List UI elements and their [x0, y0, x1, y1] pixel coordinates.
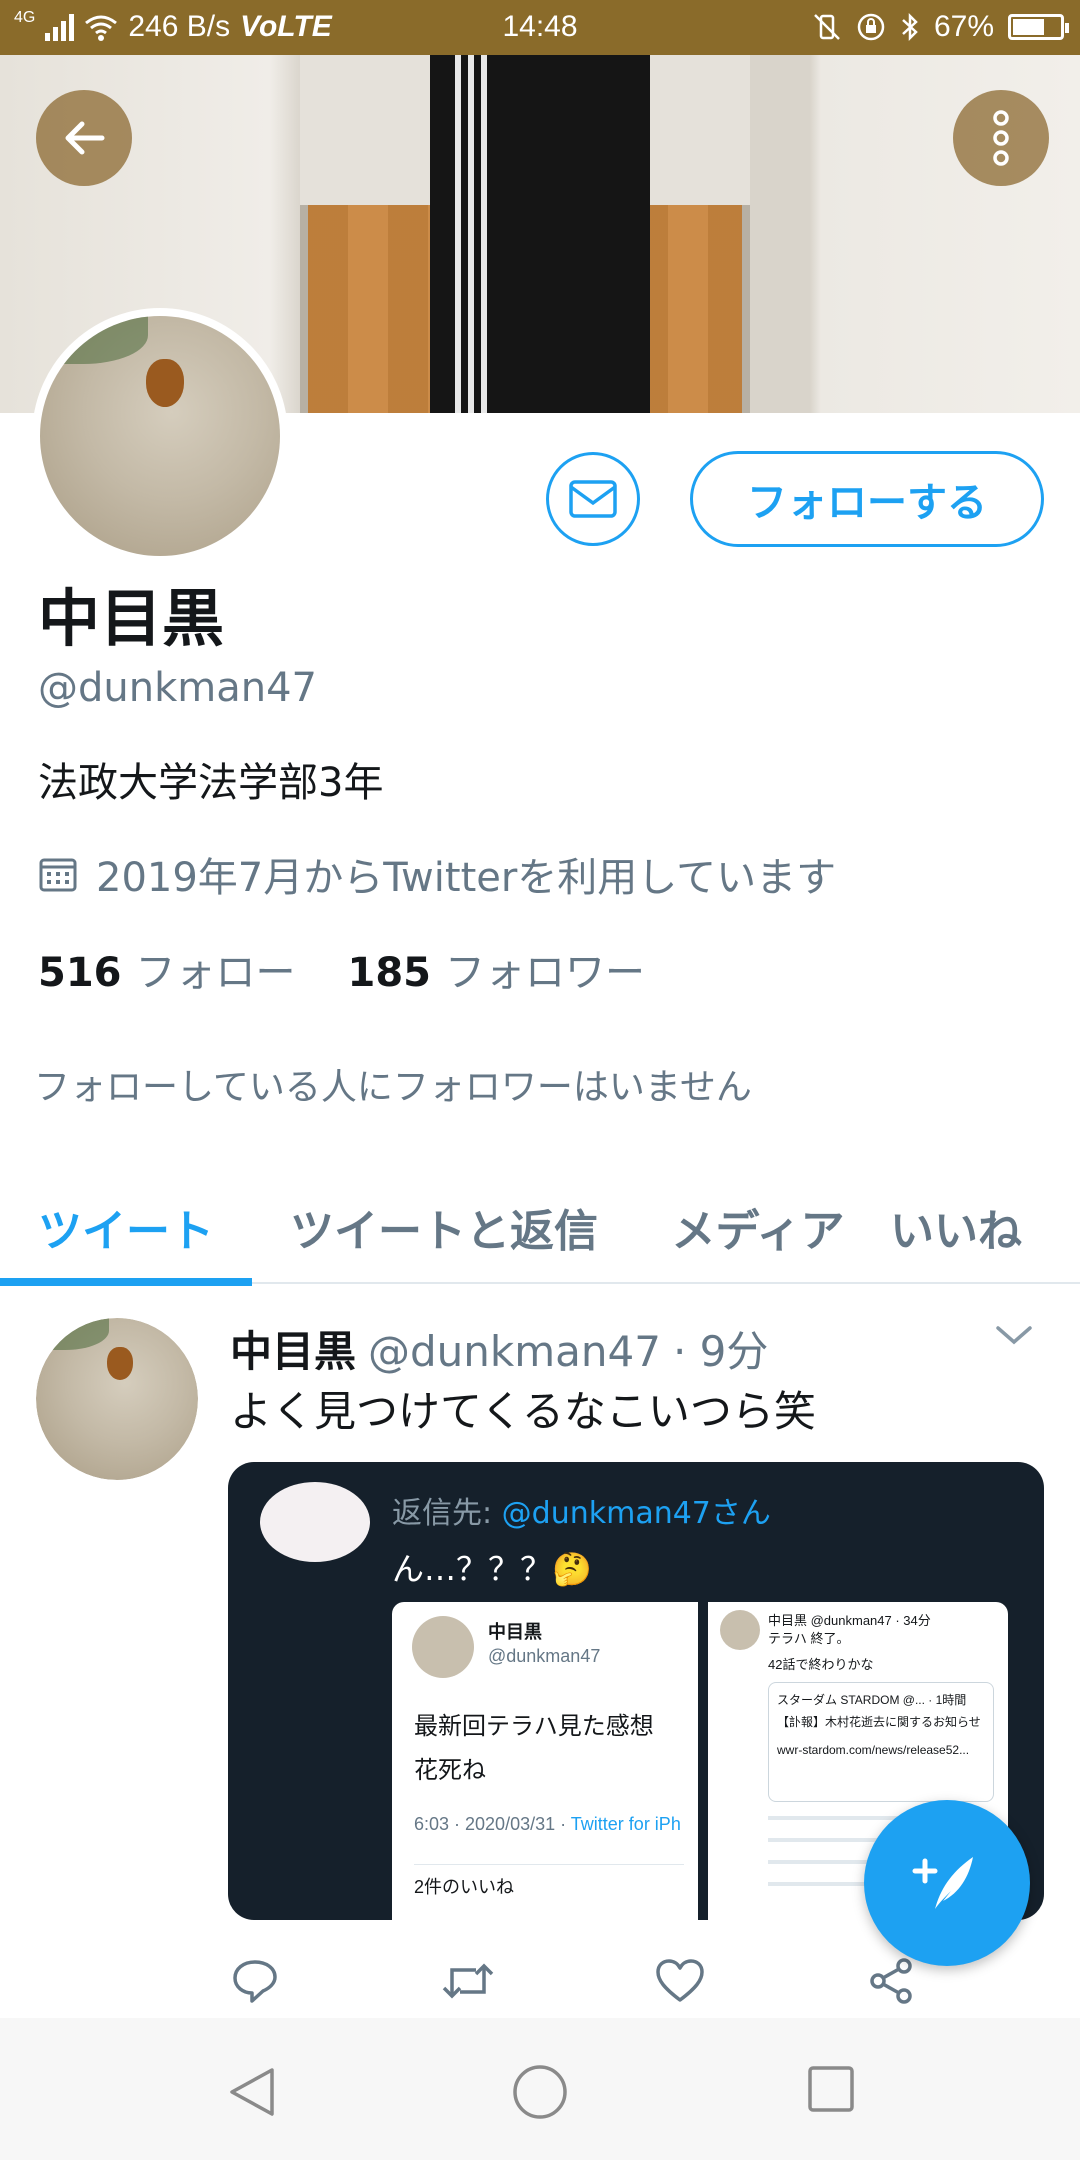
following-count: 516 [38, 950, 122, 996]
nav-home-button[interactable] [512, 2064, 568, 2124]
tweet-text: よく見つけてくるなこいつら笑 [230, 1387, 816, 1436]
triangle-back-icon [230, 2068, 274, 2116]
card1-meta-source: Twitter for iPh [570, 1814, 681, 1834]
tab-tweets[interactable]: ツイート [0, 1170, 252, 1286]
retweet-icon [442, 1963, 494, 1999]
tweet-time: · 9分 [672, 1327, 769, 1376]
back-button[interactable] [36, 90, 132, 186]
media-reply-prefix: 返信先: [392, 1496, 502, 1531]
vibrate-off-icon [814, 14, 840, 40]
card1-avatar [412, 1616, 474, 1678]
card1-likes: 2件のいいね [414, 1864, 684, 1899]
battery-percent: 67% [933, 10, 994, 43]
followers-you-know: フォローしている人にフォロワーはいません [34, 1067, 752, 1108]
profile-bio: 法政大学法学部3年 [38, 760, 384, 806]
card2-line2: 42話で終わりかな [768, 1657, 874, 1672]
share-icon [870, 1958, 912, 2004]
card1-meta: 6:03 · 2020/03/31 · Twitter for iPh [414, 1814, 681, 1835]
retweet-button[interactable] [440, 1956, 496, 2010]
battery-icon [1008, 14, 1069, 40]
follow-button[interactable]: フォローする [690, 451, 1044, 547]
avatar-image [40, 316, 280, 556]
media-reply-to: 返信先: @dunkman47さん [392, 1488, 771, 1532]
reply-button[interactable] [230, 1956, 280, 2010]
tweet-author-handle: @dunkman47 [368, 1327, 661, 1376]
tab-likes[interactable]: いいね [880, 1170, 1080, 1284]
card1-name: 中目黒 [488, 1622, 542, 1642]
tweet-avatar-image [36, 1318, 198, 1480]
tweet-menu-button[interactable] [994, 1322, 1034, 1352]
bluetooth-icon [902, 12, 918, 42]
battery-fill [1013, 19, 1044, 35]
card2-line1: テラハ 終了。 [768, 1631, 850, 1646]
card2-quoted-box: スターダム STARDOM @... · 1時間 【訃報】木村花逝去に関するお知… [768, 1682, 994, 1802]
card2-avatar [720, 1610, 760, 1650]
card2-box-line1: 【訃報】木村花逝去に関するお知らせ [777, 1715, 981, 1729]
message-button[interactable] [546, 452, 640, 546]
tab-media[interactable]: メディア [636, 1170, 880, 1284]
media-screenshot-card-1: 中目黒 @dunkman47 最新回テラハ見た感想 花死ね 6:03 · 202… [392, 1602, 698, 1920]
status-bar: 4G 246 B/s VoLTE 14:48 67% [0, 0, 1080, 55]
card2-box-line2: wwr-stardom.com/news/release52... [777, 1743, 970, 1757]
envelope-icon [569, 480, 617, 518]
nav-recents-button[interactable] [806, 2064, 856, 2118]
following-link[interactable]: 516 フォロー [38, 940, 296, 998]
profile-avatar[interactable] [32, 308, 288, 564]
more-options-button[interactable] [953, 90, 1049, 186]
followers-link[interactable]: 185 フォロワー [348, 940, 646, 998]
reply-icon [233, 1960, 277, 2003]
profile-tabs: ツイート ツイートと返信 メディア いいね [0, 1170, 1080, 1286]
tweet-avatar[interactable] [36, 1318, 198, 1480]
media-reply-text: ん…？？？🤔 [392, 1550, 592, 1588]
compose-tweet-icon [912, 1857, 973, 1909]
chevron-down-icon [996, 1326, 1032, 1345]
more-vertical-icon [993, 110, 1009, 166]
join-date: 2019年7月からTwitterを利用しています [38, 845, 836, 903]
tweet-author-name[interactable]: 中目黒 [230, 1318, 356, 1379]
card2-header: 中目黒 @dunkman47 · 34分 [768, 1613, 931, 1628]
banner-track-pants [430, 55, 650, 413]
tweet-header: 中目黒 @dunkman47 · 9分 [230, 1318, 768, 1379]
system-nav-bar [0, 2018, 1080, 2160]
followers-count: 185 [347, 950, 432, 996]
tweet-actions [230, 1956, 950, 2016]
profile-name: 中目黒 [38, 582, 225, 655]
join-date-text: 2019年7月からTwitterを利用しています [96, 855, 837, 901]
nav-back-button[interactable] [226, 2064, 278, 2124]
banner-stripe [455, 55, 461, 413]
compose-tweet-button[interactable] [864, 1800, 1030, 1966]
card1-handle: @dunkman47 [488, 1646, 601, 1666]
followers-label: フォロワー [445, 950, 645, 996]
heart-icon [656, 1959, 704, 2002]
follow-counts: 516 フォロー 185 フォロワー [38, 940, 645, 998]
media-reply-handle: @dunkman47さん [501, 1496, 771, 1531]
tab-tweets-and-replies[interactable]: ツイートと返信 [252, 1170, 636, 1284]
like-button[interactable] [654, 1956, 706, 2010]
card1-meta-time: 6:03 · 2020/03/31 · [414, 1814, 571, 1834]
card1-line1: 最新回テラハ見た感想 [414, 1713, 654, 1740]
arrow-left-icon [65, 121, 105, 155]
card2-box-name: スターダム STARDOM @... · 1時間 [777, 1693, 967, 1707]
share-button[interactable] [866, 1956, 916, 2010]
status-right: 67% [812, 10, 1069, 44]
profile-handle: @dunkman47 [38, 665, 317, 711]
square-recents-icon [808, 2066, 854, 2112]
card1-line2: 花死ね [414, 1757, 486, 1784]
rotation-lock-icon [857, 13, 885, 41]
following-label: フォロー [135, 950, 296, 996]
banner-stripe [468, 55, 474, 413]
calendar-icon [39, 858, 77, 892]
media-reply-avatar [260, 1482, 370, 1562]
circle-home-icon [513, 2065, 567, 2119]
banner-stripe [481, 55, 487, 413]
